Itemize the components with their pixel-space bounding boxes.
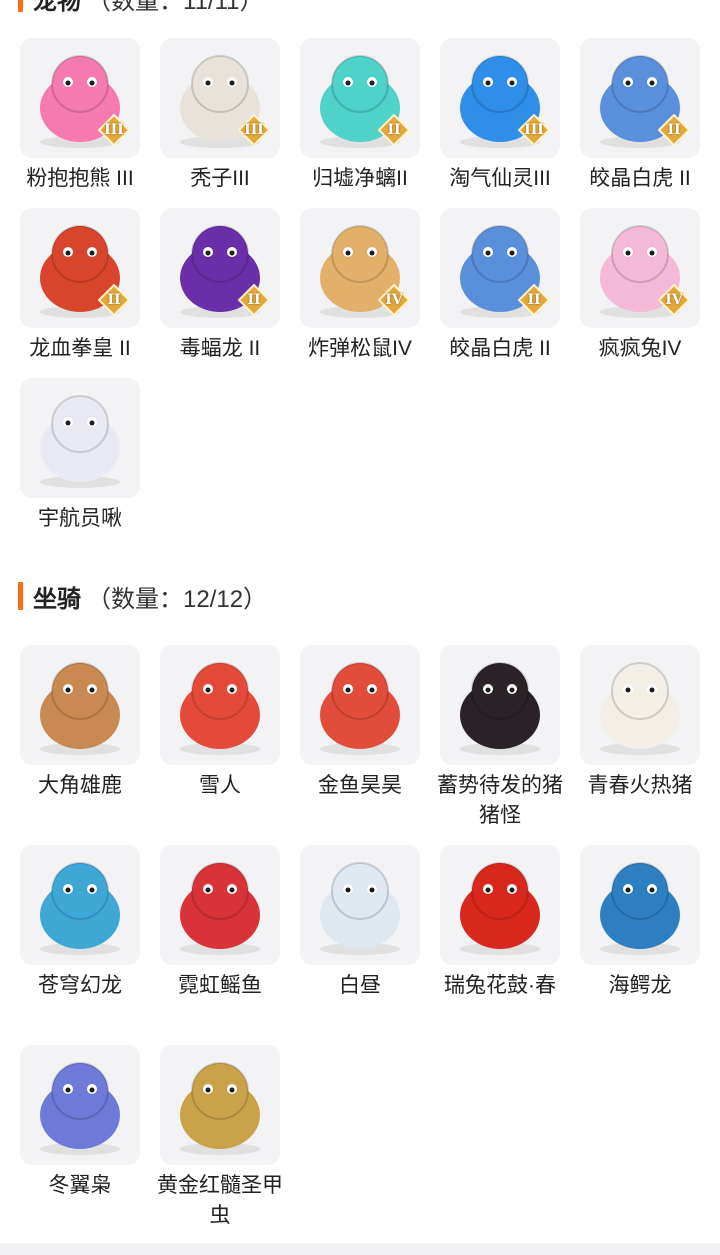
- collection-item[interactable]: 苍穹幻龙: [10, 845, 150, 1001]
- blue-puppy-icon: III: [440, 38, 560, 158]
- crystal-tiger-icon: II: [440, 208, 560, 328]
- collection-item[interactable]: II 皎晶白虎 II: [430, 208, 570, 364]
- bomb-squirrel-icon: IV: [300, 208, 420, 328]
- mounts-section-title: 坐骑: [33, 585, 81, 613]
- item-label: 淘气仙灵III: [449, 167, 551, 190]
- item-label: 龙血拳皇 II: [29, 337, 131, 360]
- collection-item[interactable]: IV 炸弹松鼠IV: [290, 208, 430, 364]
- tier-badge: II: [518, 284, 550, 316]
- item-label: 炸弹松鼠IV: [308, 337, 412, 360]
- item-label: 粉抱抱熊 III: [26, 167, 134, 190]
- sky-dragon-icon: [20, 845, 140, 965]
- stag-icon: [20, 645, 140, 765]
- tier-badge: IV: [378, 284, 410, 316]
- item-label: 秃子III: [190, 167, 250, 190]
- item-label: 归墟净螭II: [312, 167, 408, 190]
- collection-item[interactable]: 蓄势待发的猪猪怪: [430, 645, 570, 831]
- collection-item[interactable]: 宇航员啾: [10, 378, 150, 534]
- item-label: 苍穹幻龙: [38, 974, 122, 997]
- rabbit-drum-icon: [440, 845, 560, 965]
- pets-section-count: （数量：11/11）: [87, 0, 264, 15]
- collection-item[interactable]: 霓虹鳐鱼: [150, 845, 290, 1001]
- collection-item[interactable]: 金鱼昊昊: [290, 645, 430, 801]
- astronaut-cow-icon: [20, 378, 140, 498]
- bald-kid-icon: III: [160, 38, 280, 158]
- collection-item[interactable]: 冬翼枭: [10, 1045, 150, 1201]
- collection-item[interactable]: II 毒蝠龙 II: [150, 208, 290, 364]
- collection-item[interactable]: III 淘气仙灵III: [430, 38, 570, 194]
- item-label: 大角雄鹿: [38, 774, 122, 797]
- item-label: 皎晶白虎 II: [449, 337, 551, 360]
- black-pig-icon: [440, 645, 560, 765]
- item-label: 白昼: [339, 974, 381, 997]
- item-label: 皎晶白虎 II: [589, 167, 691, 190]
- neon-ray-icon: [160, 845, 280, 965]
- tier-badge: II: [658, 114, 690, 146]
- collection-item[interactable]: 青春火热猪: [570, 645, 710, 801]
- tier-badge: III: [238, 114, 270, 146]
- item-label: 蓄势待发的猪猪怪: [437, 774, 563, 827]
- pets-section-title: 宠物: [33, 0, 81, 15]
- collection-item[interactable]: 白昼: [290, 845, 430, 1001]
- crystal-tiger-icon: II: [580, 38, 700, 158]
- sea-dragon-icon: [580, 845, 700, 965]
- white-dragon-icon: [300, 845, 420, 965]
- winter-owl-icon: [20, 1045, 140, 1165]
- section-accent-bar: [18, 582, 23, 610]
- collection-item[interactable]: 雪人: [150, 645, 290, 801]
- golden-beetle-icon: [160, 1045, 280, 1165]
- collection-item[interactable]: IV 疯疯兔IV: [570, 208, 710, 364]
- tier-badge: III: [518, 114, 550, 146]
- red-ram-icon: II: [20, 208, 140, 328]
- collection-item[interactable]: 大角雄鹿: [10, 645, 150, 801]
- collection-item[interactable]: II 皎晶白虎 II: [570, 38, 710, 194]
- item-label: 疯疯兔IV: [598, 337, 682, 360]
- cyan-dragon-icon: II: [300, 38, 420, 158]
- crazy-rabbit-icon: IV: [580, 208, 700, 328]
- item-label: 海鳄龙: [608, 974, 672, 997]
- section-accent-bar: [18, 0, 23, 12]
- item-label: 瑞兔花鼓·春: [444, 974, 556, 997]
- pets-section-header: 宠物 （数量：11/11）: [18, 0, 264, 15]
- item-label: 雪人: [199, 774, 241, 797]
- collection-item[interactable]: 黄金红髓圣甲虫: [150, 1045, 290, 1231]
- item-label: 宇航员啾: [38, 507, 122, 530]
- collection-item[interactable]: III 粉抱抱熊 III: [10, 38, 150, 194]
- item-label: 金鱼昊昊: [318, 774, 402, 797]
- bottom-divider: [0, 1243, 720, 1255]
- mounts-section-header: 坐骑 （数量：12/12）: [18, 580, 268, 613]
- item-label: 黄金红髓圣甲虫: [157, 1174, 283, 1227]
- mounts-section-count: （数量：12/12）: [87, 585, 268, 613]
- tier-badge: IV: [658, 284, 690, 316]
- purple-bat-dragon-icon: II: [160, 208, 280, 328]
- collection-item[interactable]: III 秃子III: [150, 38, 290, 194]
- tier-badge: II: [378, 114, 410, 146]
- collection-item[interactable]: 海鳄龙: [570, 845, 710, 1001]
- white-pig-icon: [580, 645, 700, 765]
- goldfish-icon: [300, 645, 420, 765]
- snowman-icon: [160, 645, 280, 765]
- item-label: 霓虹鳐鱼: [178, 974, 262, 997]
- item-label: 青春火热猪: [587, 774, 693, 797]
- tier-badge: II: [98, 284, 130, 316]
- pink-bear-icon: III: [20, 38, 140, 158]
- item-label: 冬翼枭: [48, 1174, 112, 1197]
- collection-item[interactable]: II 龙血拳皇 II: [10, 208, 150, 364]
- tier-badge: III: [98, 114, 130, 146]
- item-label: 毒蝠龙 II: [179, 337, 261, 360]
- collection-item[interactable]: 瑞兔花鼓·春: [430, 845, 570, 1001]
- collection-item[interactable]: II 归墟净螭II: [290, 38, 430, 194]
- tier-badge: II: [238, 284, 270, 316]
